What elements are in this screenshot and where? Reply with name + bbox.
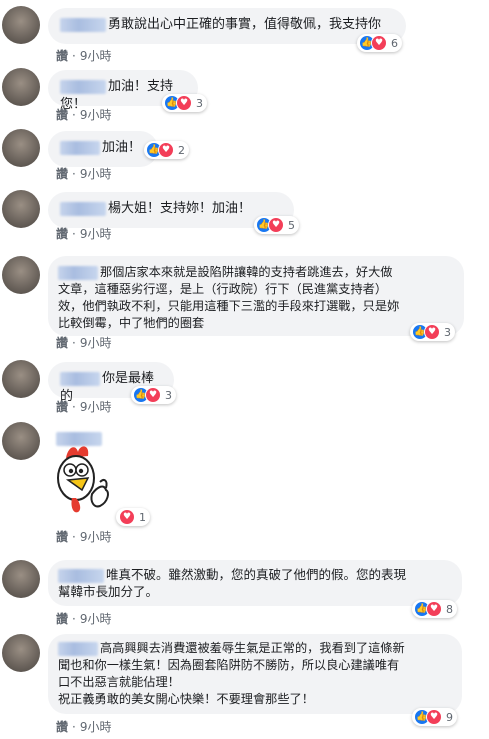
avatar[interactable] [2,6,40,44]
author-name[interactable] [60,17,106,32]
reaction-count: 3 [165,388,172,402]
comment-bubble: 勇敢說出心中正確的事實，值得敬佩，我支持你 [48,8,406,44]
author-name[interactable] [60,79,106,94]
comment-actions: 讚 · 9小時 [56,108,112,122]
comment-text-line: 聞也和你一樣生氣！因為圈套陷阱防不勝防，所以良心建議唯有 [58,658,400,672]
comment-actions: 讚 · 9小時 [56,612,112,626]
comment-actions: 讚 · 9小時 [56,530,112,544]
comment-text-line: 幫韓市長加分了。 [58,584,159,599]
like-link[interactable]: 讚 [56,336,68,350]
timestamp[interactable]: 9小時 [80,336,112,350]
timestamp[interactable]: 9小時 [80,49,112,63]
like-link[interactable]: 讚 [56,530,68,544]
avatar[interactable] [2,560,40,598]
comment-text-line: 比較倒霉，中了牠們的圈套 [58,316,205,330]
avatar[interactable] [2,68,40,106]
reaction-count: 6 [391,36,398,50]
comment-text: 加油！ [102,140,142,155]
avatar[interactable] [2,422,40,460]
reaction-summary[interactable]: ♥ 1 [116,508,150,526]
like-link[interactable]: 讚 [56,167,68,181]
reaction-count: 5 [288,218,295,232]
reaction-summary[interactable]: 👍 ♥ 8 [412,600,457,618]
reaction-count: 3 [196,96,203,110]
timestamp[interactable]: 9小時 [80,227,112,241]
like-link[interactable]: 讚 [56,49,68,63]
author-name[interactable] [58,641,98,656]
comment-bubble: 加油！ [48,131,158,167]
comment-text: 勇敢說出心中正確的事實，值得敬佩，我支持你 [108,17,382,32]
like-link[interactable]: 讚 [56,720,68,734]
reaction-count: 1 [139,510,146,524]
like-link[interactable]: 讚 [56,400,68,414]
comment-text-line: 祝正義勇敢的美女開心快樂！不要理會那些了！ [58,692,314,706]
like-link[interactable]: 讚 [56,108,68,122]
author-name[interactable] [58,265,98,280]
comment-text-line: 效，他們執政不利，只能用這種下三濫的手段來打選戰，只是妳 [58,299,400,313]
comment-text-line: 那個店家本來就是設陷阱讓韓的支持者跳進去，好大做 [100,265,393,279]
heart-icon: ♥ [268,217,284,233]
heart-icon: ♥ [158,142,174,158]
avatar[interactable] [2,634,40,672]
reaction-summary[interactable]: 👍 ♥ 3 [410,323,455,341]
comment-actions: 讚 · 9小時 [56,167,112,181]
timestamp[interactable]: 9小時 [80,108,112,122]
timestamp[interactable]: 9小時 [80,167,112,181]
reaction-count: 9 [446,710,453,724]
comment-actions: 讚 · 9小時 [56,49,112,63]
reaction-summary[interactable]: 👍 ♥ 5 [254,216,299,234]
comment-text: 楊大姐！支持妳！加油！ [108,201,252,216]
heart-icon: ♥ [426,709,442,725]
reaction-summary[interactable]: 👍 ♥ 6 [357,34,402,52]
comment-bubble: 那個店家本來就是設陷阱讓韓的支持者跳進去，好大做 文章，這種惡劣行逕，是上（行政… [48,256,464,336]
chicken-thumbs-up-sticker[interactable] [48,442,120,522]
heart-icon: ♥ [145,387,161,403]
comment-text-line: 文章，這種惡劣行逕，是上（行政院）行下（民進黨支持者） [58,282,388,296]
heart-icon: ♥ [424,324,440,340]
author-name[interactable] [60,140,100,155]
reaction-summary[interactable]: 👍 ♥ 3 [131,386,176,404]
comment-actions: 讚 · 9小時 [56,720,112,734]
heart-icon: ♥ [426,601,442,617]
timestamp[interactable]: 9小時 [80,400,112,414]
avatar[interactable] [2,256,40,294]
comment-actions: 讚 · 9小時 [56,400,112,414]
author-name[interactable] [58,568,104,583]
like-link[interactable]: 讚 [56,612,68,626]
timestamp[interactable]: 9小時 [80,612,112,626]
reaction-count: 2 [178,143,185,157]
reaction-count: 3 [444,325,451,339]
comment-actions: 讚 · 9小時 [56,336,112,350]
heart-icon: ♥ [371,35,387,51]
comment-text-line: 唯真不破。雖然激動，您的真破了他們的假。您的表現 [106,567,407,582]
comment-bubble: 高高興興去消費還被羞辱生氣是正常的，我看到了這條新 聞也和你一樣生氣！因為圈套陷… [48,634,462,714]
heart-icon: ♥ [176,95,192,111]
reaction-summary[interactable]: 👍 ♥ 2 [144,141,189,159]
author-name[interactable] [60,201,106,216]
like-link[interactable]: 讚 [56,227,68,241]
avatar[interactable] [2,190,40,228]
reaction-count: 8 [446,602,453,616]
timestamp[interactable]: 9小時 [80,720,112,734]
timestamp[interactable]: 9小時 [80,530,112,544]
reaction-summary[interactable]: 👍 ♥ 9 [412,708,457,726]
comment-bubble: 唯真不破。雖然激動，您的真破了他們的假。您的表現 幫韓市長加分了。 [48,560,462,606]
comment-text-line: 高高興興去消費還被羞辱生氣是正常的，我看到了這條新 [100,641,405,655]
heart-icon: ♥ [119,509,135,525]
comment-actions: 讚 · 9小時 [56,227,112,241]
comment-text-line: 口不出惡言就能佔理！ [58,675,180,689]
reaction-summary[interactable]: 👍 ♥ 3 [162,94,207,112]
avatar[interactable] [2,360,40,398]
author-name[interactable] [60,371,100,386]
avatar[interactable] [2,129,40,167]
